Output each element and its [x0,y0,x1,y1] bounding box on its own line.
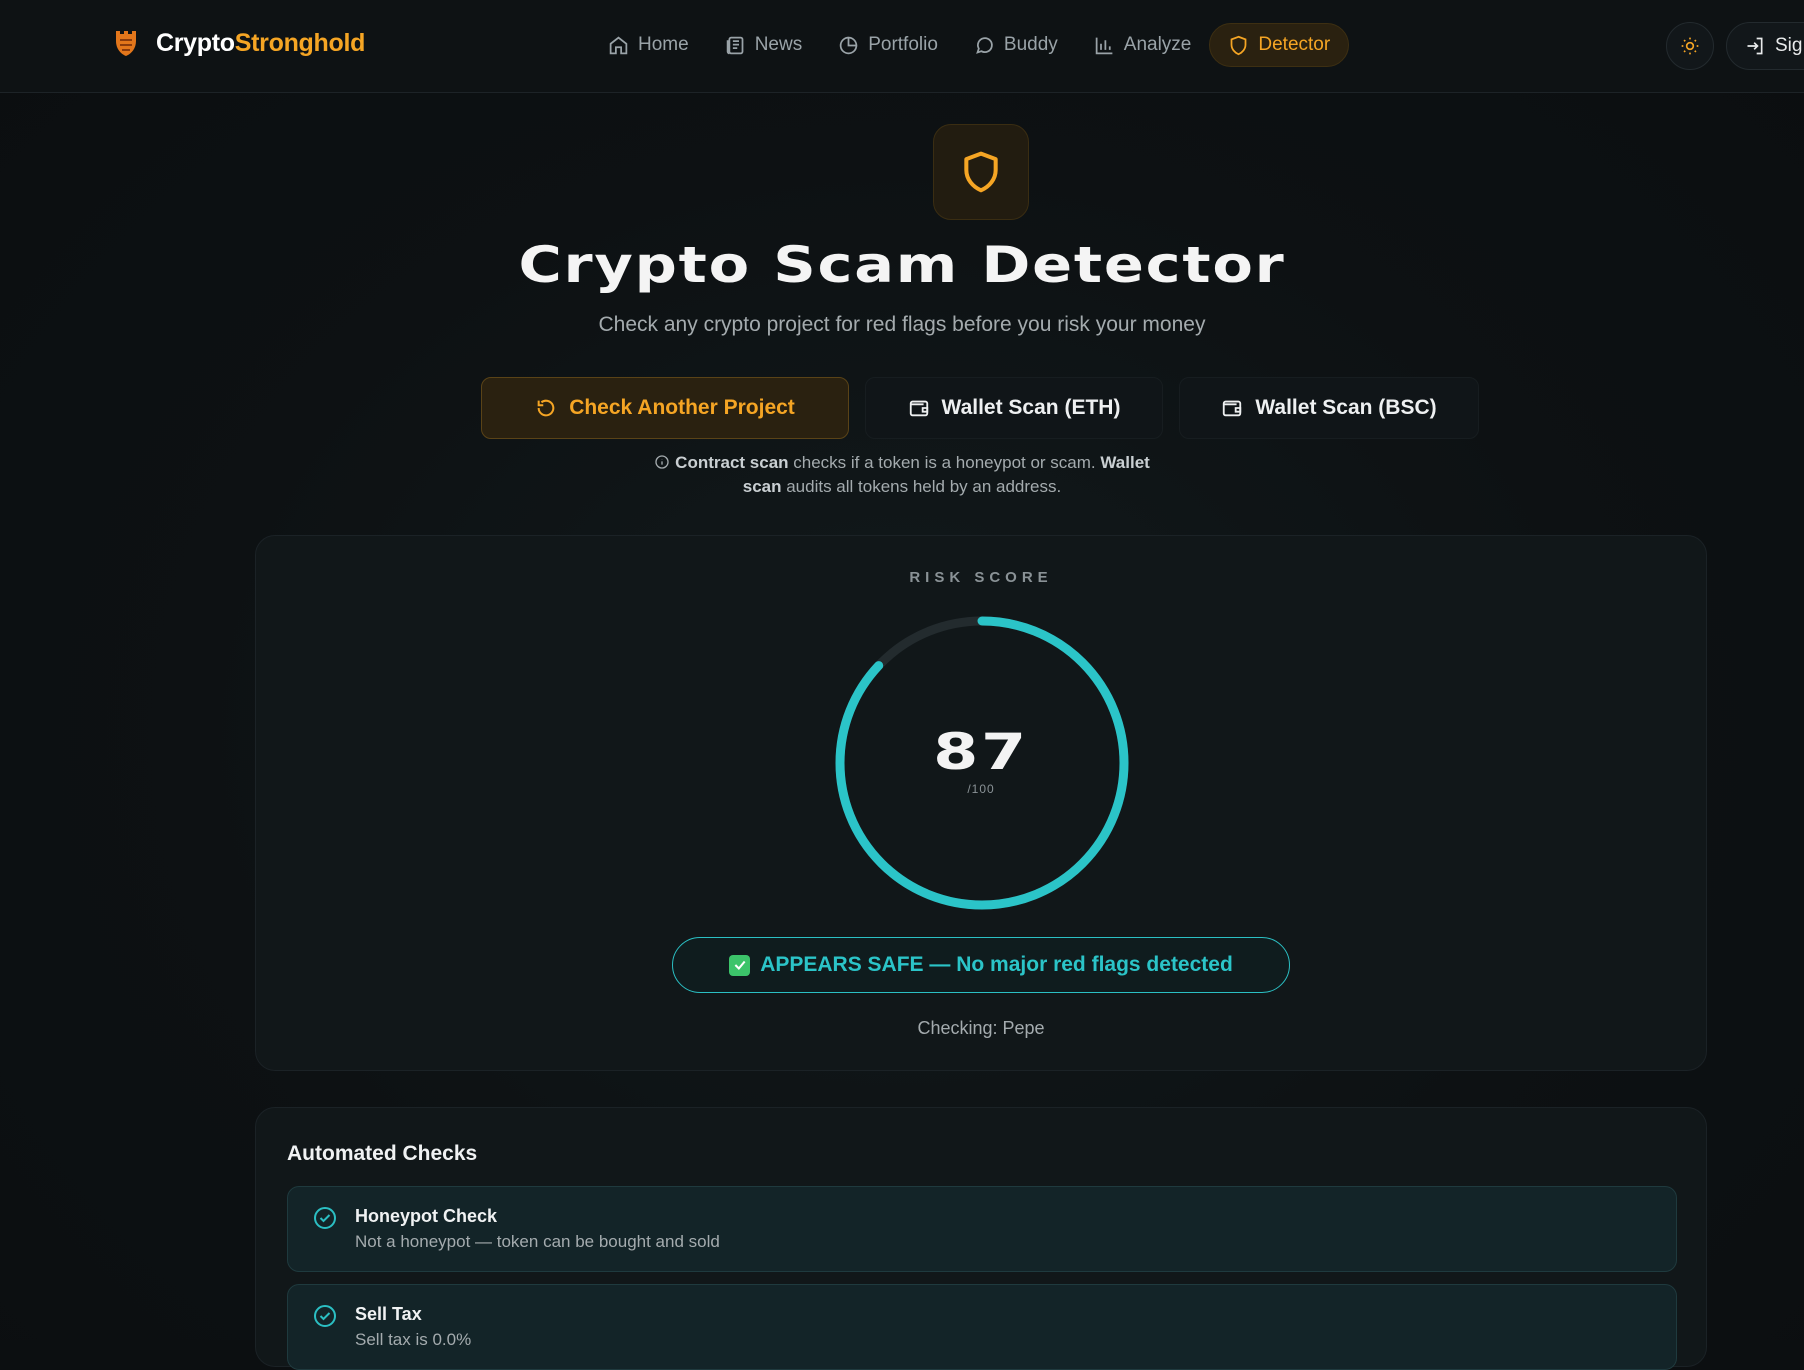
wallet-icon [909,400,928,417]
main-nav: Home News Portfolio Buddy Analyze Detect… [590,23,1350,67]
chat-bubble-icon [976,36,993,54]
brand-name: CryptoStronghold [156,28,366,57]
checking-project-label: Checking: Pepe [917,1018,1045,1038]
pie-chart-icon [839,36,858,54]
check-description: Not a honeypot — token can be bought and… [355,1232,720,1251]
scan-mode-info-note: Contract scan checks if a token is a hon… [640,451,1164,499]
verdict-badge: APPEARS SAFE — No major red flags detect… [672,937,1290,993]
wallet-scan-eth-button[interactable]: Wallet Scan (ETH) [865,377,1163,439]
nav-home[interactable]: Home [590,23,707,67]
nav-buddy[interactable]: Buddy [956,23,1076,67]
page-subtitle: Check any crypto project for red flags b… [598,313,1206,336]
shield-icon [964,151,998,193]
detector-shield-badge [933,124,1029,220]
nav-analyze[interactable]: Analyze [1076,23,1210,67]
nav-detector[interactable]: Detector [1209,23,1350,67]
info-icon [655,455,669,469]
risk-score-value: 87 [933,723,1029,781]
refresh-icon [537,399,555,417]
home-icon [609,36,628,54]
check-description: Sell tax is 0.0% [355,1330,472,1349]
risk-score-label: RISK SCORE [909,569,1053,586]
castle-logo-icon [116,31,136,56]
wallet-icon [1223,400,1242,417]
shield-icon [1231,35,1247,55]
top-navigation-bar: CryptoStronghold Home News Portfolio Bud… [0,0,1804,93]
check-another-project-button[interactable]: Check Another Project [481,377,849,439]
nav-news[interactable]: News [707,23,821,67]
check-name: Honeypot Check [355,1206,498,1226]
sign-in-button[interactable]: Sig [1726,22,1804,70]
theme-toggle-button[interactable] [1666,22,1714,70]
brand-logo-link[interactable]: CryptoStronghold [112,27,365,59]
sun-icon [1681,37,1699,55]
risk-score-card: RISK SCORE 87 /100 APPEARS SAFE — No maj… [255,535,1707,1071]
checkmark-box-icon [729,954,751,976]
automated-checks-title: Automated Checks [287,1142,478,1165]
sign-in-icon [1747,37,1763,55]
automated-checks-card: Automated Checks Honeypot Check Not a ho… [255,1107,1707,1370]
scan-mode-actions: Check Another Project Wallet Scan (ETH) … [481,377,1479,439]
newspaper-icon [726,36,744,54]
page-title: Crypto Scam Detector [518,236,1286,294]
check-row-sell-tax: Sell Tax Sell tax is 0.0% [287,1284,1677,1370]
check-row-honeypot: Honeypot Check Not a honeypot — token ca… [287,1186,1677,1272]
check-circle-icon [314,1305,336,1327]
check-name: Sell Tax [355,1304,422,1324]
wallet-scan-bsc-button[interactable]: Wallet Scan (BSC) [1179,377,1479,439]
check-circle-icon [314,1207,336,1229]
nav-portfolio[interactable]: Portfolio [820,23,956,67]
risk-score-max: /100 [967,782,995,796]
bar-chart-icon [1095,37,1113,54]
